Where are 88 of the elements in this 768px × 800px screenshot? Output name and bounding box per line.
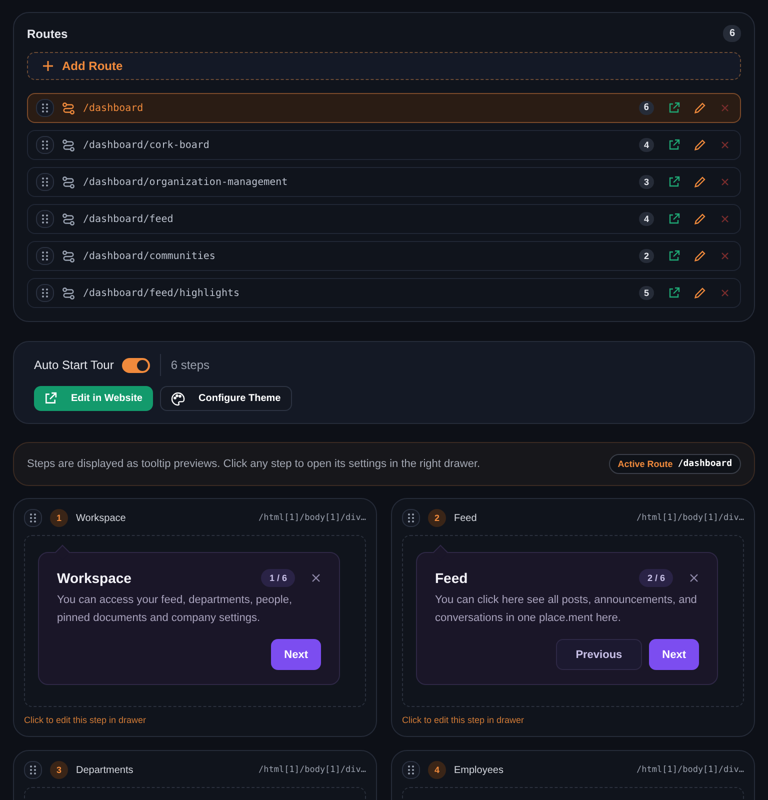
- route-path: /dashboard/organization-management: [83, 176, 289, 188]
- edit-hint: Click to edit this step in drawer: [402, 715, 526, 725]
- route-path: /dashboard/feed/highlights: [83, 288, 241, 298]
- step-selector: /html[1]/body[1]/div…: [258, 765, 366, 775]
- edit-icon[interactable]: [694, 287, 706, 299]
- drag-handle-icon[interactable]: [36, 247, 54, 265]
- step-count-badge: 6: [638, 101, 654, 115]
- auto-start-toggle[interactable]: [122, 358, 150, 372]
- drag-handle-icon[interactable]: [36, 99, 54, 117]
- drag-handle-icon[interactable]: [24, 509, 42, 527]
- drag-handle-icon[interactable]: [402, 509, 420, 527]
- step-name: Feed: [454, 512, 478, 524]
- edit-icon[interactable]: [694, 213, 706, 225]
- drag-handle-icon[interactable]: [36, 284, 54, 302]
- step-name: Workspace: [76, 512, 127, 524]
- step-count-badge: 2: [638, 249, 654, 263]
- step-count-badge: 4: [638, 138, 654, 152]
- step-card[interactable]: 4 Employees /html[1]/body[1]/div…: [391, 750, 755, 800]
- plus-icon: [42, 60, 54, 72]
- step-card[interactable]: 3 Departments /html[1]/body[1]/div…: [13, 750, 377, 800]
- progress-badge: 1 / 6: [261, 569, 295, 587]
- configure-theme-button[interactable]: Configure Theme: [160, 386, 292, 411]
- step-count-badge: 5: [638, 286, 654, 300]
- step-card[interactable]: 1 Workspace /html[1]/body[1]/div… Workspace 1 / 6 You can access your feed, departments, people, pinned documents and company settings. Next Click to edit this step in drawer: [13, 498, 377, 737]
- active-route-badge: Active Route /dashboard: [608, 454, 741, 474]
- step-selector: /html[1]/body[1]/div…: [636, 765, 744, 775]
- tooltip-title: Feed: [435, 570, 469, 586]
- close-icon[interactable]: [689, 573, 699, 583]
- drag-handle-icon[interactable]: [36, 136, 54, 154]
- route-row[interactable]: /dashboard/cork-board 4: [27, 130, 741, 160]
- step-number: 2: [428, 509, 446, 527]
- tooltip-title: Workspace: [57, 570, 132, 586]
- auto-start-label: Auto Start Tour: [34, 358, 114, 372]
- drag-handle-icon[interactable]: [36, 210, 54, 228]
- step-card[interactable]: 2 Feed /html[1]/body[1]/div… Feed 2 / 6 You can click here see all posts, announcements, and conversations in one place.ment here. Previous Next Click to edit this step in drawer: [391, 498, 755, 737]
- route-path: /dashboard/communities: [83, 250, 216, 262]
- edit-icon[interactable]: [694, 139, 706, 151]
- route-row[interactable]: /dashboard/organization-management 3: [27, 167, 741, 197]
- route-icon: [62, 102, 75, 114]
- route-row[interactable]: /dashboard/communities 2: [27, 241, 741, 271]
- steps-count: 6 steps: [170, 358, 210, 372]
- close-icon[interactable]: [311, 573, 321, 583]
- external-link-icon[interactable]: [668, 102, 680, 114]
- external-link-icon[interactable]: [668, 287, 680, 299]
- route-icon: [62, 176, 75, 188]
- route-row[interactable]: /dashboard 6: [27, 93, 741, 123]
- next-button[interactable]: Next: [271, 639, 321, 670]
- edit-icon[interactable]: [694, 250, 706, 262]
- drag-handle-icon[interactable]: [402, 761, 420, 779]
- route-row[interactable]: /dashboard/feed/highlights 5: [27, 278, 741, 308]
- drag-handle-icon[interactable]: [24, 761, 42, 779]
- route-path: /dashboard/cork-board: [83, 140, 210, 150]
- edit-hint: Click to edit this step in drawer: [24, 715, 148, 725]
- step-number: 3: [50, 761, 68, 779]
- tooltip-text: You can click here see all posts, announcements, and conversations in one place.ment here.: [435, 593, 698, 626]
- step-name: Employees: [454, 764, 504, 776]
- next-button[interactable]: Next: [649, 639, 699, 670]
- external-link-icon[interactable]: [668, 250, 680, 262]
- routes-title: Routes: [27, 26, 68, 40]
- tooltip-text: You can access your feed, departments, people, pinned documents and company settings.: [57, 593, 294, 626]
- step-count-badge: 4: [638, 212, 654, 226]
- drag-handle-icon[interactable]: [36, 173, 54, 191]
- step-name: Departments: [76, 764, 134, 776]
- step-selector: /html[1]/body[1]/div…: [636, 513, 744, 523]
- previous-button[interactable]: Previous: [556, 639, 642, 670]
- progress-badge: 2 / 6: [639, 569, 673, 587]
- route-icon: [62, 286, 75, 300]
- route-row[interactable]: /dashboard/feed 4: [27, 204, 741, 234]
- step-number: 4: [428, 761, 446, 779]
- edit-in-website-button[interactable]: Edit in Website: [34, 386, 152, 411]
- step-number: 1: [50, 509, 68, 527]
- external-link-icon: [44, 392, 57, 405]
- route-count-badge: 6: [723, 25, 741, 42]
- external-link-icon[interactable]: [668, 176, 680, 188]
- route-path: /dashboard: [83, 102, 144, 114]
- add-route-button[interactable]: Add Route: [27, 52, 741, 80]
- route-icon: [62, 212, 75, 226]
- edit-icon[interactable]: [694, 176, 706, 188]
- edit-icon[interactable]: [694, 102, 706, 114]
- external-link-icon[interactable]: [668, 139, 680, 151]
- route-icon: [62, 250, 75, 262]
- external-link-icon[interactable]: [668, 213, 680, 225]
- route-icon: [62, 138, 75, 152]
- info-text: Steps are displayed as tooltip previews. Click any step to open its settings in the right drawer.: [27, 458, 480, 470]
- route-path: /dashboard/feed: [83, 214, 174, 224]
- step-count-badge: 3: [638, 175, 654, 189]
- palette-icon: [170, 392, 184, 406]
- step-selector: /html[1]/body[1]/div…: [258, 513, 366, 523]
